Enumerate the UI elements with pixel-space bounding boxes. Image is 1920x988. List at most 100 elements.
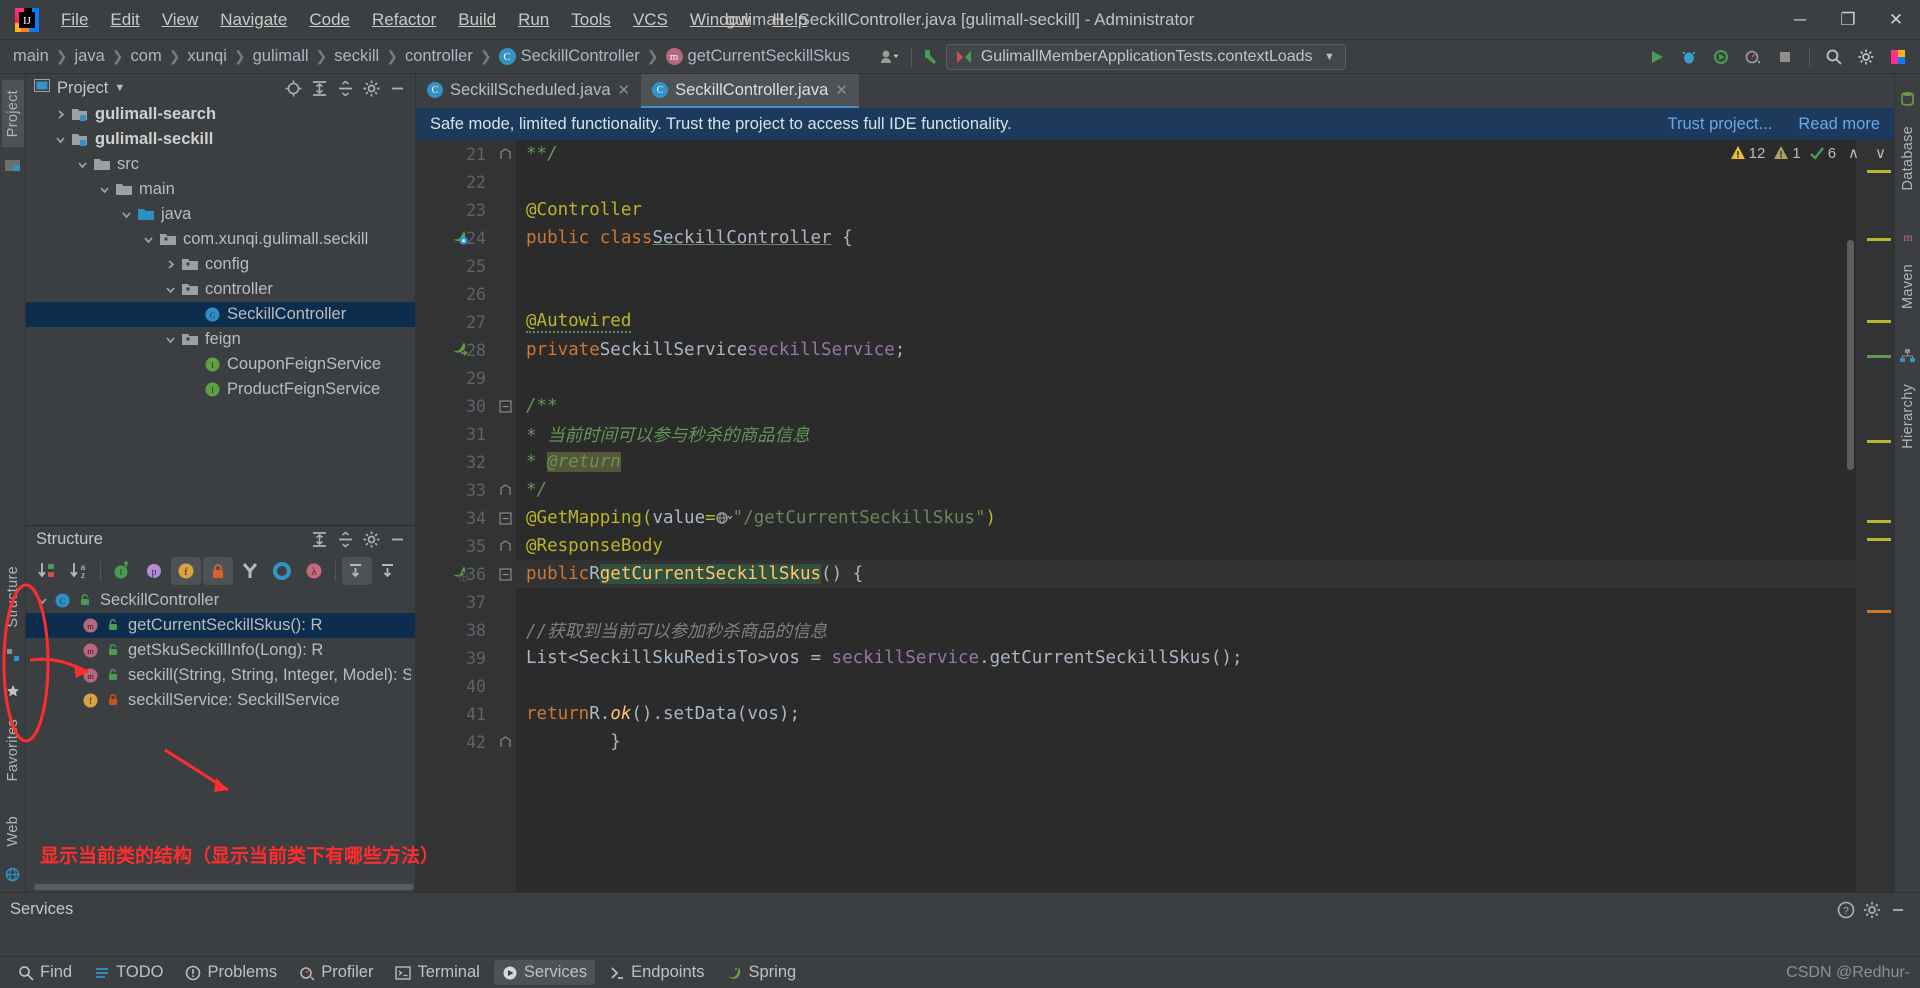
line-number[interactable]: 30 <box>416 392 494 420</box>
read-more-link[interactable]: Read more <box>1798 115 1880 134</box>
fold-marker-icon[interactable] <box>494 728 516 756</box>
menu-bar[interactable]: File Edit View Navigate Code Refactor Bu… <box>50 6 818 34</box>
status-item-find[interactable]: Find <box>10 960 80 985</box>
show-properties-icon[interactable]: p <box>139 557 169 585</box>
locate-file-icon[interactable] <box>281 77 305 99</box>
code-line[interactable]: **/ <box>516 140 1894 168</box>
code-line[interactable] <box>516 364 1894 392</box>
inspection-mark[interactable] <box>1867 440 1891 443</box>
project-tree-item[interactable]: config <box>26 252 415 277</box>
status-item-endpoints[interactable]: Endpoints <box>601 960 712 985</box>
trust-project-link[interactable]: Trust project... <box>1668 115 1773 134</box>
line-number[interactable]: 40 <box>416 672 494 700</box>
line-number[interactable]: 27 <box>416 308 494 336</box>
line-number[interactable]: 22 <box>416 168 494 196</box>
menu-item-file[interactable]: File <box>50 6 99 34</box>
show-non-public-icon[interactable] <box>203 556 233 585</box>
help-icon[interactable]: ? <box>1834 899 1858 921</box>
search-icon[interactable] <box>1820 44 1848 70</box>
code-line[interactable]: //获取到当前可以参加秒杀商品的信息 <box>516 616 1894 644</box>
code-line[interactable]: private SeckillService seckillService; <box>516 336 1894 364</box>
chevron-down-icon[interactable] <box>142 233 155 246</box>
profiler-icon[interactable] <box>1739 44 1767 70</box>
fold-marker-icon[interactable] <box>494 476 516 504</box>
inspection-mark[interactable] <box>1867 520 1891 523</box>
project-tree-item[interactable]: I CouponFeignService <box>26 352 415 377</box>
code-line[interactable] <box>516 672 1894 700</box>
structure-tree-item[interactable]: m getCurrentSeckillSkus(): R <box>26 612 415 638</box>
breadcrumb-java[interactable]: java <box>70 45 110 68</box>
collapse-all-icon[interactable] <box>374 557 404 585</box>
line-number[interactable]: 41 <box>416 700 494 728</box>
run-configuration-selector[interactable]: GulimallMemberApplicationTests.contextLo… <box>945 43 1346 70</box>
status-item-problems[interactable]: Problems <box>177 960 285 985</box>
inspection-mark[interactable] <box>1867 170 1891 173</box>
line-number[interactable]: 35 <box>416 532 494 560</box>
inspection-mark[interactable] <box>1867 538 1891 541</box>
menu-item-build[interactable]: Build <box>447 6 507 34</box>
structure-tree-item[interactable]: m getSkuSeckillInfo(Long): R <box>26 638 415 663</box>
chevron-right-icon[interactable] <box>164 258 177 271</box>
project-tree-item[interactable]: gulimall-search <box>26 102 415 127</box>
show-interfaces-icon[interactable] <box>267 557 297 585</box>
status-item-todo[interactable]: TODO <box>86 960 171 985</box>
breadcrumb-controller[interactable]: controller <box>400 45 478 68</box>
sidebar-item-structure[interactable]: Structure <box>2 556 24 638</box>
line-number[interactable]: 24 <box>416 224 494 252</box>
menu-item-view[interactable]: View <box>151 6 210 34</box>
code-line[interactable]: @Controller <box>516 196 1894 224</box>
line-number[interactable]: 26 <box>416 280 494 308</box>
menu-item-code[interactable]: Code <box>298 6 361 34</box>
settings-icon[interactable] <box>359 77 383 99</box>
users-icon[interactable] <box>877 44 905 70</box>
run-coverage-icon[interactable] <box>1707 44 1735 70</box>
project-tree[interactable]: gulimall-search gulimall-seckill src main ja… <box>26 102 415 525</box>
collapse-all-icon[interactable] <box>333 77 357 99</box>
close-button[interactable]: ✕ <box>1872 0 1920 40</box>
inspection-summary[interactable]: 12 1 6 ∧ ∨ <box>1730 144 1890 162</box>
hide-icon[interactable] <box>1886 899 1910 921</box>
line-number[interactable]: 36 <box>416 560 494 588</box>
code-line[interactable]: @Autowired <box>516 308 1894 336</box>
project-tree-item[interactable]: main <box>26 177 415 202</box>
minimize-button[interactable]: ─ <box>1776 0 1824 40</box>
chevron-down-icon[interactable] <box>164 333 177 346</box>
chevron-down-icon[interactable] <box>76 158 89 171</box>
project-tree-item[interactable]: I ProductFeignService <box>26 377 415 402</box>
scrollbar-thumb[interactable] <box>34 884 414 890</box>
line-number[interactable]: 34 <box>416 504 494 532</box>
chevron-down-icon[interactable] <box>36 594 49 607</box>
show-inherited-icon[interactable]: I <box>107 557 137 585</box>
previous-problem-icon[interactable]: ∧ <box>1844 144 1863 162</box>
inspection-mark[interactable] <box>1867 355 1891 358</box>
settings-icon[interactable] <box>1852 44 1880 70</box>
maximize-button[interactable]: ❐ <box>1824 0 1872 40</box>
show-anonymous-icon[interactable] <box>235 557 265 585</box>
structure-tree-item[interactable]: C SeckillController <box>26 588 415 613</box>
project-tree-item[interactable]: java <box>26 202 415 227</box>
line-number[interactable]: 38 <box>416 616 494 644</box>
weak-warning-count[interactable]: 1 <box>1773 145 1801 162</box>
editor-scrollbar-thumb[interactable] <box>1847 240 1854 470</box>
code-text[interactable]: **/ @Controller public class SeckillCont… <box>516 140 1894 892</box>
url-mapping-icon[interactable] <box>452 565 469 586</box>
status-item-spring[interactable]: Spring <box>718 960 804 985</box>
fold-marker-icon[interactable] <box>494 532 516 560</box>
code-line[interactable]: } <box>516 728 1894 756</box>
breadcrumb-com[interactable]: com <box>126 45 167 68</box>
warning-count[interactable]: 12 <box>1730 145 1765 162</box>
debug-icon[interactable] <box>1675 44 1703 70</box>
chevron-down-icon[interactable] <box>54 133 67 146</box>
chevron-right-icon[interactable] <box>54 108 67 121</box>
structure-tree-item[interactable]: f seckillService: SeckillService <box>26 688 415 713</box>
collapse-all-icon[interactable] <box>333 529 357 551</box>
expand-all-icon[interactable] <box>307 77 331 99</box>
line-number[interactable]: 32 <box>416 448 494 476</box>
project-tree-item[interactable]: gulimall-seckill <box>26 127 415 152</box>
breadcrumb-seckill[interactable]: seckill <box>329 45 384 68</box>
updates-icon[interactable] <box>1884 44 1912 70</box>
stop-icon[interactable] <box>1771 44 1799 70</box>
web-reference-icon[interactable] <box>715 508 733 528</box>
fold-marker-icon[interactable] <box>494 140 516 168</box>
code-line[interactable]: */ <box>516 476 1894 504</box>
